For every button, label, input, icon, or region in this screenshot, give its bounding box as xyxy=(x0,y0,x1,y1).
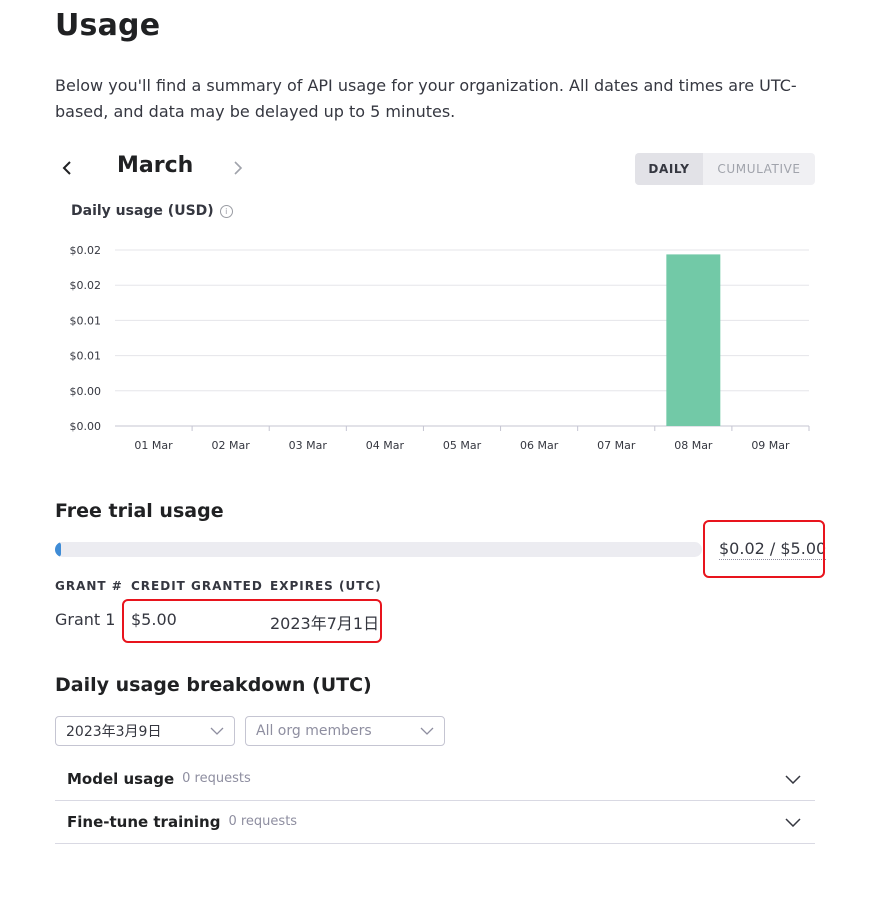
y-tick-label: $0.01 xyxy=(70,350,102,363)
chart-title-text: Daily usage (USD) xyxy=(71,203,214,219)
fine-tune-training-label: Fine-tune training xyxy=(67,812,221,831)
page-title: Usage xyxy=(55,8,161,43)
cumulative-toggle-button[interactable]: CUMULATIVE xyxy=(703,153,815,185)
x-tick-label: 01 Mar xyxy=(134,439,173,452)
view-toggle: DAILY CUMULATIVE xyxy=(635,153,815,185)
usage-bar xyxy=(666,254,721,426)
previous-month-button[interactable] xyxy=(57,156,77,180)
free-trial-progress-bar xyxy=(55,542,702,557)
current-month: March xyxy=(117,153,194,178)
highlight-box-grant xyxy=(122,599,382,643)
x-tick-label: 08 Mar xyxy=(674,439,713,452)
next-month-button[interactable] xyxy=(228,156,248,180)
info-icon[interactable]: i xyxy=(219,204,233,218)
chevron-down-icon xyxy=(785,817,801,827)
x-tick-label: 06 Mar xyxy=(520,439,559,452)
date-select[interactable]: 2023年3月9日 xyxy=(55,716,235,746)
page-description: Below you'll find a summary of API usage… xyxy=(55,76,797,121)
fine-tune-training-count: 0 requests xyxy=(228,814,298,829)
x-tick-label: 03 Mar xyxy=(289,439,328,452)
member-select-placeholder: All org members xyxy=(256,723,372,739)
x-tick-label: 02 Mar xyxy=(212,439,251,452)
chart-title: Daily usage (USD) i xyxy=(71,203,233,219)
chevron-down-icon xyxy=(420,727,434,735)
y-tick-label: $0.02 xyxy=(70,279,102,292)
x-tick-label: 09 Mar xyxy=(751,439,790,452)
chevron-left-icon xyxy=(62,161,71,175)
highlight-box-usage xyxy=(703,520,825,578)
model-usage-row[interactable]: Model usage 0 requests xyxy=(55,757,815,801)
credit-granted-header: CREDIT GRANTED xyxy=(131,579,263,593)
y-tick-label: $0.00 xyxy=(70,420,102,433)
chevron-down-icon xyxy=(785,774,801,784)
model-usage-count: 0 requests xyxy=(182,771,251,786)
free-trial-title: Free trial usage xyxy=(55,500,224,522)
daily-usage-chart: $0.00 $0.00 $0.01 $0.01 $0.02 $0.02 01 Mar 02 M… xyxy=(70,244,810,452)
free-trial-progress-fill xyxy=(55,542,61,557)
chevron-right-icon xyxy=(234,161,243,175)
date-select-value: 2023年3月9日 xyxy=(66,724,162,740)
member-select[interactable]: All org members xyxy=(245,716,445,746)
expires-header: EXPIRES (UTC) xyxy=(270,579,382,593)
breakdown-title: Daily usage breakdown (UTC) xyxy=(55,674,372,696)
model-usage-label: Model usage xyxy=(67,769,175,788)
daily-toggle-button[interactable]: DAILY xyxy=(635,153,703,185)
y-tick-label: $0.00 xyxy=(70,385,102,398)
y-tick-label: $0.02 xyxy=(70,244,102,257)
x-tick-label: 05 Mar xyxy=(443,439,482,452)
x-tick-label: 07 Mar xyxy=(597,439,636,452)
chevron-down-icon xyxy=(210,727,224,735)
x-tick-label: 04 Mar xyxy=(366,439,405,452)
fine-tune-training-row[interactable]: Fine-tune training 0 requests xyxy=(55,800,815,844)
grant-number-cell: Grant 1 xyxy=(55,610,116,629)
grant-number-header: GRANT # xyxy=(55,579,123,593)
y-tick-label: $0.01 xyxy=(70,314,102,327)
